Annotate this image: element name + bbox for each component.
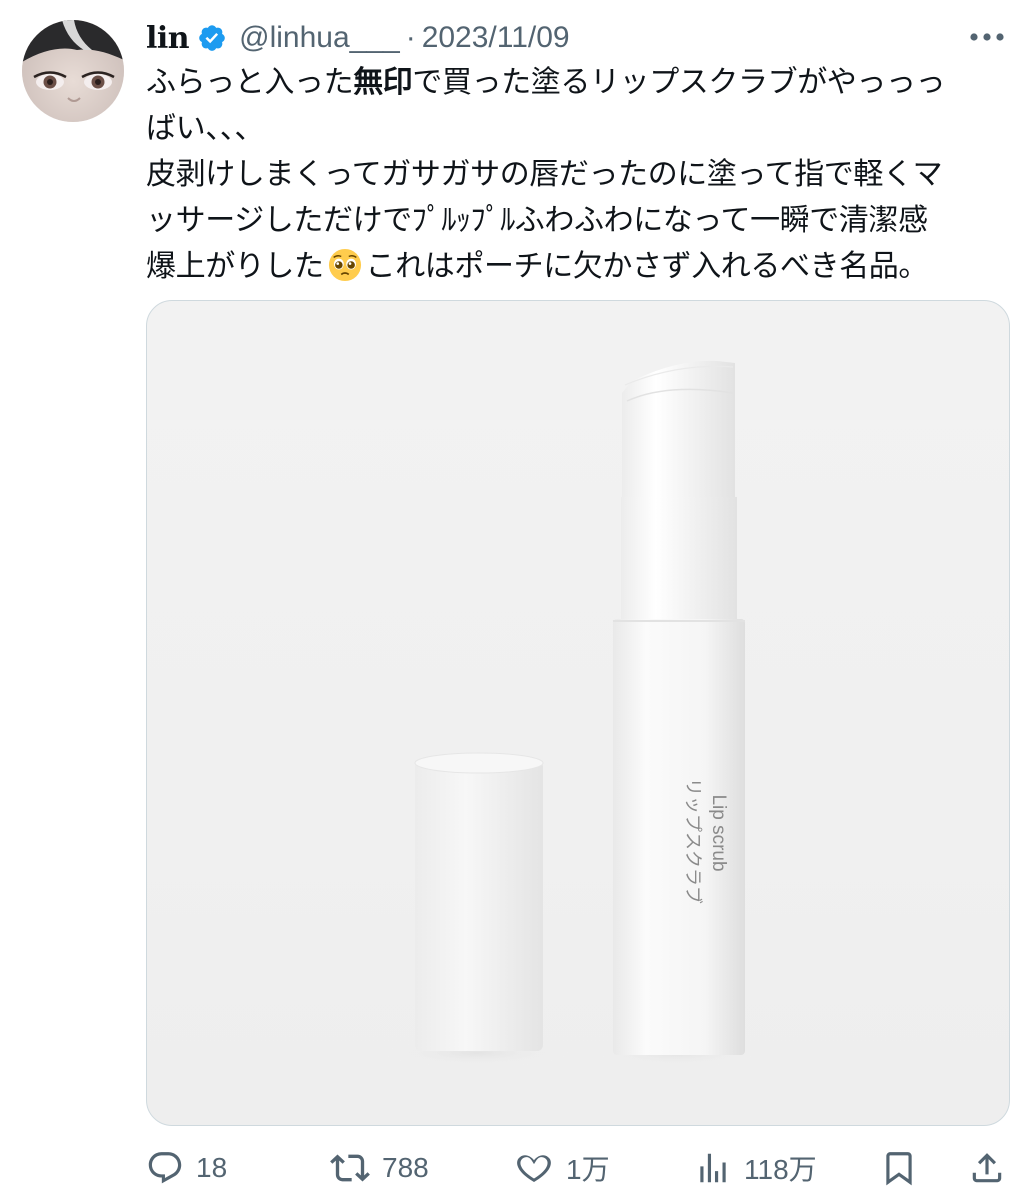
text-line-5: 爆上がりした これはポーチに欠かさず入れるべき名品。: [146, 248, 929, 284]
pleading-face-icon: [328, 248, 361, 282]
more-icon: [970, 33, 1004, 41]
text-line-2: ばい、、、: [146, 111, 264, 146]
product-label-en: Lip scrub: [708, 794, 729, 871]
bookmark-button[interactable]: [880, 1140, 918, 1196]
like-button[interactable]: 1万: [514, 1140, 610, 1196]
bookmark-icon: [886, 1152, 912, 1186]
repost-count: 788: [382, 1152, 429, 1183]
verified-badge-icon: [199, 25, 225, 51]
profile-photo: [22, 20, 124, 122]
like-count: 1万: [566, 1154, 610, 1185]
reply-button[interactable]: 18: [146, 1140, 227, 1196]
reply-icon: [148, 1152, 182, 1184]
repost-button[interactable]: 788: [330, 1140, 429, 1196]
cap: [414, 752, 544, 1051]
author-handle[interactable]: @linhua___: [239, 21, 400, 55]
post-actions: 18 788 1万 118万: [146, 1140, 1012, 1196]
text-line-3: 皮剥けしまくってガサガサの唇だったのに塗って指で軽くマ: [146, 157, 943, 192]
text-line-4: ッサージしただけでﾌﾟﾙｯﾌﾟﾙふわふわになって一瞬で清潔感: [146, 203, 928, 238]
author-name[interactable]: lin: [146, 21, 190, 56]
avatar[interactable]: [22, 20, 124, 122]
views-icon: [700, 1153, 726, 1183]
views-button[interactable]: 118万: [694, 1140, 817, 1196]
separator-dot: ·: [405, 21, 416, 54]
post-text: ふらっと入った無印で買った塗るリップスクラブがやっっっ ばい、、、 皮剥けしまく…: [146, 60, 1016, 290]
post-header: lin @linhua___ · 2023/11/09: [146, 16, 570, 60]
post-image[interactable]: リップスクラブ Lip scrub: [146, 300, 1010, 1126]
bold-text: 無印: [353, 65, 413, 100]
text-line-1: ふらっと入った無印で買った塗るリップスクラブがやっっっ: [146, 65, 946, 100]
views-count: 118万: [744, 1154, 817, 1185]
reply-count: 18: [196, 1152, 228, 1183]
share-button[interactable]: [968, 1140, 1006, 1196]
more-options-button[interactable]: [962, 22, 1012, 52]
share-icon: [972, 1153, 1002, 1183]
lip-scrub-stick: [621, 360, 737, 625]
product-label-jp: リップスクラブ: [682, 778, 704, 904]
repost-icon: [330, 1154, 370, 1182]
heart-icon: [517, 1155, 551, 1182]
post-date[interactable]: 2023/11/09: [422, 21, 570, 55]
lip-scrub-product-photo: リップスクラブ Lip scrub: [382, 360, 757, 1067]
